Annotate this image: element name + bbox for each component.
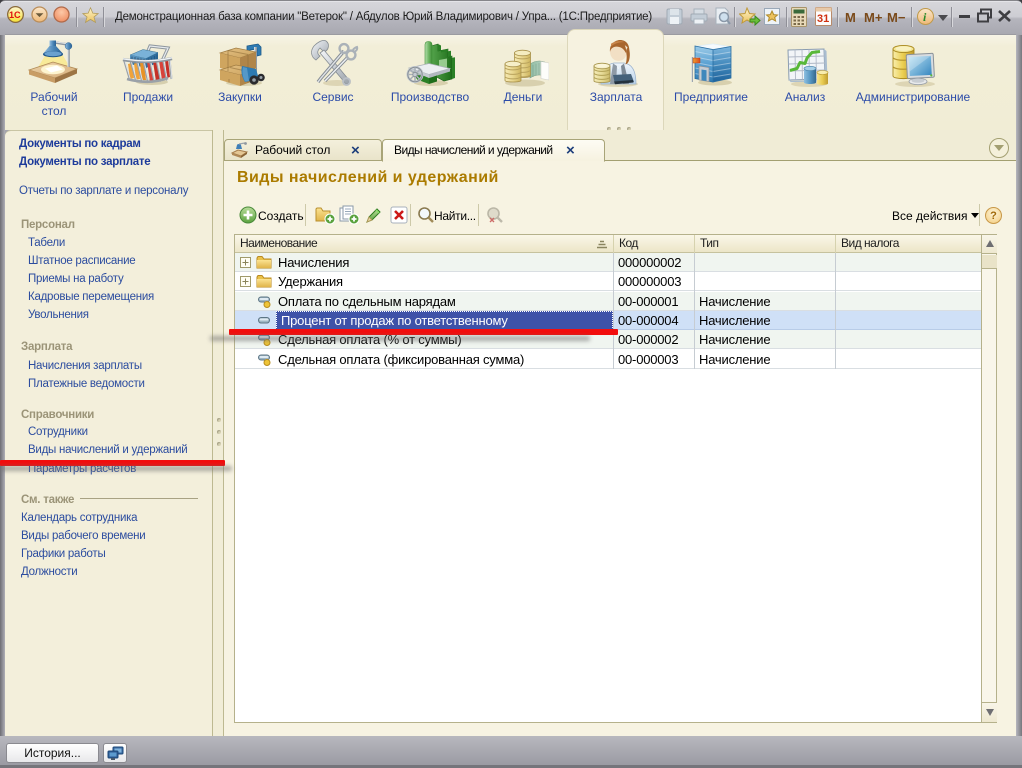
svg-text:31: 31 <box>817 13 829 25</box>
svg-text:1С: 1С <box>9 10 21 20</box>
